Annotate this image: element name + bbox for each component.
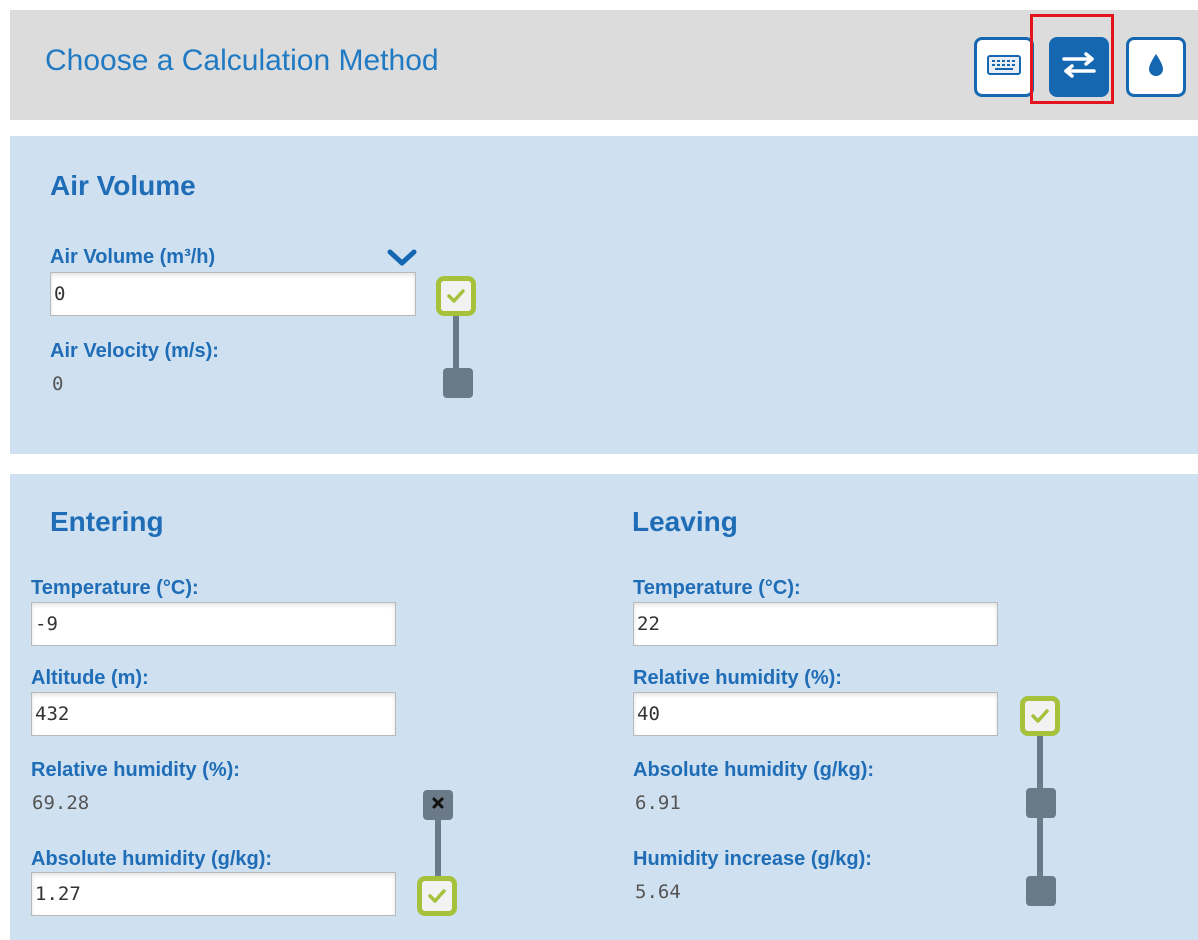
water-drop-icon — [1147, 53, 1165, 82]
leaving-relative-humidity-label: Relative humidity (%): — [633, 667, 842, 689]
calculation-method-header: Choose a Calculation Method — [10, 10, 1198, 120]
leaving-title: Leaving — [632, 506, 738, 537]
humidity-increase-lock-toggle[interactable] — [1026, 876, 1056, 906]
air-volume-panel: Air Volume Air Volume (m³/h) Air Velocit… — [10, 136, 1198, 454]
humidity-increase-value: 5.64 — [635, 881, 681, 903]
leaving-absolute-humidity-value: 6.91 — [635, 792, 681, 814]
humidity-increase-label: Humidity increase (g/kg): — [633, 848, 872, 870]
close-icon — [431, 796, 445, 815]
entering-ah-lock-checkbox[interactable] — [417, 876, 457, 916]
entering-temperature-label: Temperature (°C): — [31, 577, 199, 599]
leaving-temperature-label: Temperature (°C): — [633, 577, 801, 599]
leaving-relative-humidity-input[interactable] — [633, 692, 998, 736]
swap-arrows-icon — [1061, 51, 1097, 84]
leaving-temperature-input[interactable] — [633, 602, 998, 646]
air-volume-input[interactable] — [50, 272, 416, 316]
entering-temperature-input[interactable] — [31, 602, 396, 646]
check-icon — [446, 288, 466, 304]
air-velocity-label: Air Velocity (m/s): — [50, 340, 219, 362]
entering-absolute-humidity-input[interactable] — [31, 872, 396, 916]
keyboard-icon — [987, 54, 1021, 80]
entering-rh-lock-toggle[interactable] — [423, 790, 453, 820]
leaving-absolute-humidity-label: Absolute humidity (g/kg): — [633, 759, 875, 781]
air-velocity-value: 0 — [52, 373, 64, 395]
humidity-method-button[interactable] — [1126, 37, 1186, 97]
entering-leaving-panel: Entering Temperature (°C): Altitude (m):… — [10, 474, 1198, 940]
lock-connector-line — [453, 316, 459, 368]
entering-title: Entering — [50, 506, 164, 537]
air-volume-title: Air Volume — [50, 170, 196, 201]
air-velocity-lock-toggle[interactable] — [443, 368, 473, 398]
entering-lock-connector-line — [435, 820, 441, 878]
entering-absolute-humidity-label: Absolute humidity (g/kg): — [31, 848, 273, 870]
air-volume-lock-checkbox[interactable] — [436, 276, 476, 316]
page-title: Choose a Calculation Method — [45, 44, 439, 77]
check-icon — [427, 888, 447, 904]
check-icon — [1030, 708, 1050, 724]
entering-relative-humidity-value: 69.28 — [32, 792, 90, 814]
swap-method-button[interactable] — [1049, 37, 1109, 97]
chevron-down-icon[interactable] — [387, 248, 417, 273]
leaving-rh-lock-checkbox[interactable] — [1020, 696, 1060, 736]
entering-altitude-label: Altitude (m): — [31, 667, 149, 689]
entering-relative-humidity-label: Relative humidity (%): — [31, 759, 240, 781]
leaving-ah-lock-toggle[interactable] — [1026, 788, 1056, 818]
keyboard-input-button[interactable] — [974, 37, 1034, 97]
entering-altitude-input[interactable] — [31, 692, 396, 736]
air-volume-label: Air Volume (m³/h) — [50, 246, 216, 268]
